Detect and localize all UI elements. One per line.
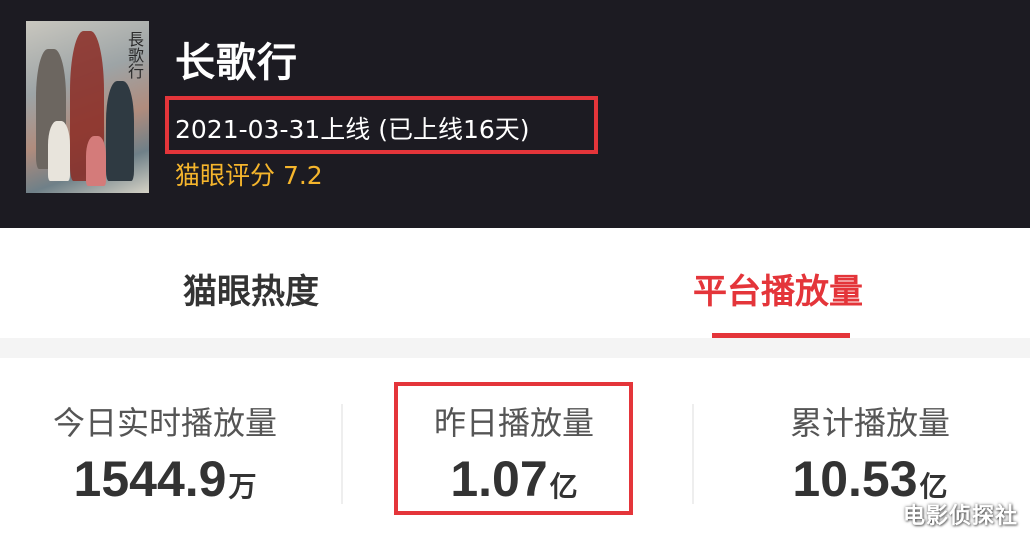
- stat-label: 今日实时播放量: [52, 404, 277, 442]
- maoyan-rating: 猫眼评分 7.2: [175, 161, 323, 190]
- stat-value: 1544.9万: [0, 450, 330, 508]
- tab-platform-plays[interactable]: 平台播放量: [693, 264, 863, 313]
- poster-figure: [106, 81, 134, 181]
- column-divider: [341, 404, 343, 504]
- release-date: 2021-03-31上线 (已上线16天): [175, 115, 530, 144]
- play-stats-panel: 今日实时播放量 1544.9万 昨日播放量 1.07亿 累计播放量 10.53亿: [0, 358, 1030, 538]
- watermark: 电影侦探社: [902, 504, 1018, 529]
- poster-figure: [86, 136, 106, 186]
- poster-figure: [48, 121, 70, 181]
- movie-header: 長歌行 长歌行 2021-03-31上线 (已上线16天) 猫眼评分 7.2: [0, 0, 1030, 228]
- column-divider: [692, 404, 694, 504]
- poster-calligraphy: 長歌行: [125, 31, 144, 79]
- stat-unit: 万: [228, 470, 257, 503]
- yesterday-highlight-box: [394, 382, 633, 515]
- tab-bar: 猫眼热度 平台播放量: [0, 228, 1030, 338]
- movie-poster[interactable]: 長歌行: [26, 21, 149, 193]
- stat-today-realtime: 今日实时播放量 1544.9万: [0, 398, 330, 508]
- stat-cumulative: 累计播放量 10.53亿: [705, 398, 1030, 508]
- tab-maoyan-heat[interactable]: 猫眼热度: [183, 264, 319, 313]
- movie-title: 长歌行: [175, 40, 298, 86]
- section-divider: [0, 338, 1030, 358]
- stat-number: 10.53: [792, 451, 918, 507]
- stat-label: 累计播放量: [789, 404, 950, 442]
- stat-number: 1544.9: [73, 451, 227, 507]
